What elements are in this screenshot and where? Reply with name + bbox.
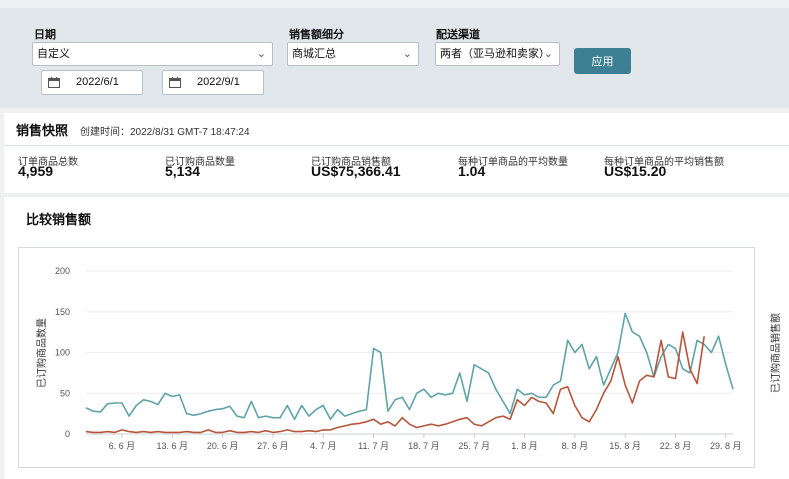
chevron-down-icon: ⌄ bbox=[402, 48, 412, 60]
end-date-value: 2022/9/1 bbox=[197, 76, 240, 88]
metric-value: 4,959 bbox=[18, 163, 54, 179]
snapshot-created-time: 创建时间：2022/8/31 GMT-7 18:47:24 bbox=[80, 127, 250, 138]
end-date-input[interactable]: 2022/9/1 bbox=[162, 70, 264, 95]
metric-value: US$75,366.41 bbox=[311, 163, 401, 179]
date-label: 日期 bbox=[34, 29, 56, 41]
sales-breakdown-value: 商城汇总 bbox=[292, 48, 336, 60]
calendar-icon bbox=[169, 77, 181, 88]
metric-value: US$15.20 bbox=[604, 163, 667, 179]
date-range-value: 自定义 bbox=[37, 48, 70, 60]
date-range-select[interactable]: 自定义 ⌄ bbox=[32, 42, 273, 66]
sales-breakdown-label: 销售额细分 bbox=[289, 29, 344, 41]
chart-frame bbox=[18, 247, 754, 468]
chart-section-title: 比较销售额 bbox=[26, 212, 92, 227]
chevron-down-icon: ⌄ bbox=[256, 48, 266, 60]
snapshot-title: 销售快照 bbox=[16, 123, 69, 138]
filter-panel: 日期 自定义 ⌄ 2022/6/1 2022/9/1 销售额细分 商城汇总 ⌄ … bbox=[0, 8, 789, 108]
calendar-icon bbox=[48, 77, 60, 88]
divider bbox=[754, 247, 755, 468]
start-date-input[interactable]: 2022/6/1 bbox=[41, 70, 143, 95]
metric-value: 1.04 bbox=[458, 163, 486, 179]
metric-value: 5,134 bbox=[165, 163, 201, 179]
compare-sales-panel: 比较销售额 bbox=[4, 197, 789, 479]
sales-snapshot: 销售快照 创建时间：2022/8/31 GMT-7 18:47:24 订单商品总… bbox=[4, 113, 789, 193]
divider bbox=[4, 145, 789, 146]
fulfillment-select[interactable]: 两者（亚马逊和卖家） ⌄ bbox=[435, 42, 560, 66]
apply-button[interactable]: 应用 bbox=[574, 48, 631, 74]
fulfillment-value: 两者（亚马逊和卖家） bbox=[440, 48, 550, 60]
fulfillment-label: 配送渠道 bbox=[436, 29, 480, 41]
sales-breakdown-select[interactable]: 商城汇总 ⌄ bbox=[287, 42, 419, 66]
start-date-value: 2022/6/1 bbox=[76, 76, 119, 88]
chevron-down-icon: ⌄ bbox=[543, 48, 553, 60]
